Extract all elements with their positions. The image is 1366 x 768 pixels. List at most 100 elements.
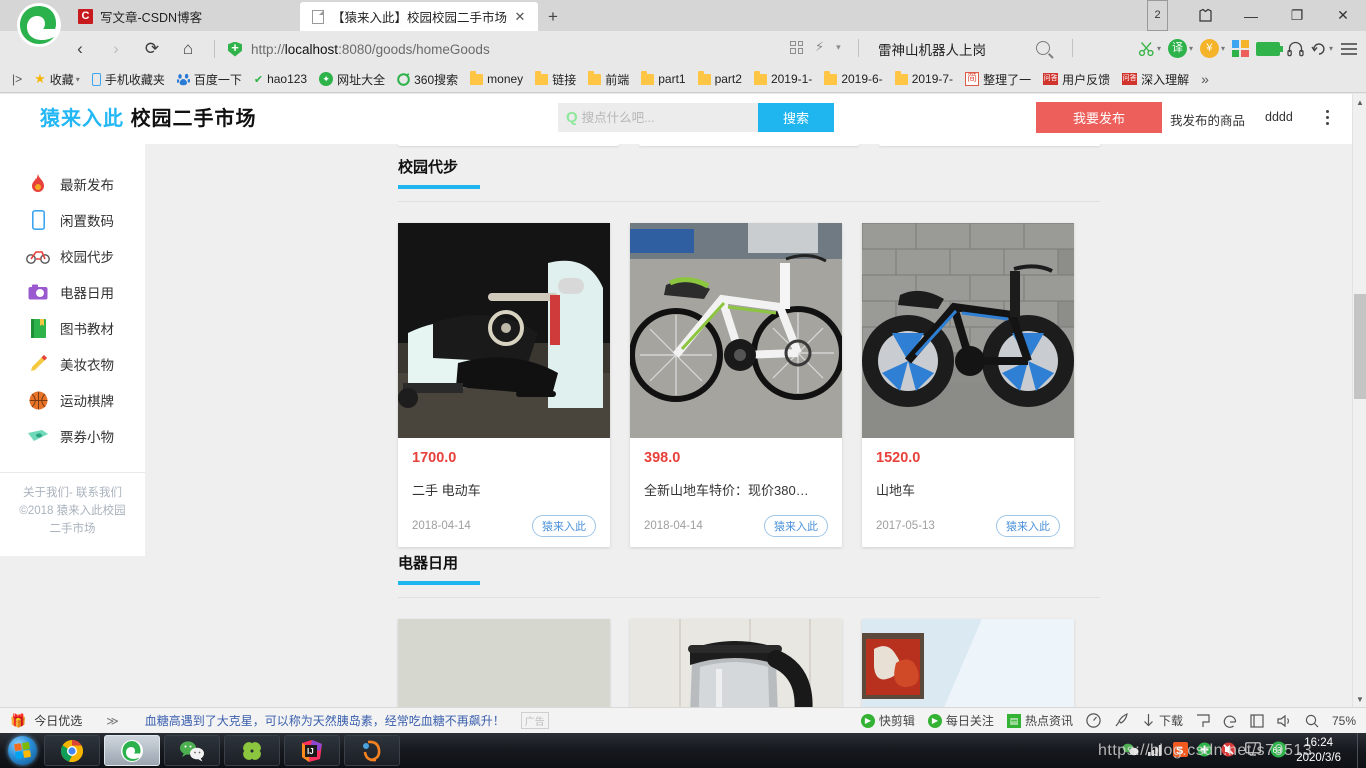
taskbar-app-intellij[interactable]: IJ bbox=[284, 735, 340, 766]
scissors-icon[interactable]: ▾ bbox=[1136, 34, 1163, 63]
bookmarks-expand-icon[interactable]: |> bbox=[6, 72, 28, 86]
quick-edit-button[interactable]: ▶ 快剪辑 bbox=[860, 712, 915, 729]
wallet-icon[interactable]: ¥ ▾ bbox=[1198, 34, 1227, 63]
bookmark-item[interactable]: 2019-1- bbox=[748, 66, 818, 92]
bookmark-item[interactable]: 前端 bbox=[582, 66, 635, 92]
product-card[interactable] bbox=[630, 619, 842, 707]
browser-tab-csdn[interactable]: C 写文章-CSDN博客 bbox=[68, 2, 283, 31]
chevron-down-icon[interactable]: ▾ bbox=[76, 75, 80, 84]
rocket-icon[interactable] bbox=[1114, 713, 1129, 728]
bookmark-item[interactable]: ✦ 网址大全 bbox=[313, 66, 391, 92]
product-image-white-bicycle[interactable] bbox=[630, 223, 842, 438]
back-button[interactable]: ‹ bbox=[62, 31, 98, 66]
home-button[interactable]: ⌂ bbox=[170, 31, 206, 66]
sidebar-item-latest[interactable]: 最新发布 bbox=[0, 166, 145, 202]
news-ticker[interactable]: 血糖高遇到了大克星，可以称为天然胰岛素，经常吃血糖不再飙升！ bbox=[145, 712, 505, 729]
publish-button[interactable]: 我要发布 bbox=[1036, 102, 1162, 133]
product-card[interactable]: meikuan bbox=[862, 619, 1074, 707]
search-icon[interactable] bbox=[1305, 714, 1319, 728]
show-desktop-button[interactable] bbox=[1357, 733, 1366, 768]
footer-links[interactable]: 关于我们- 联系我们 bbox=[14, 485, 131, 503]
bookmark-item[interactable]: 问答 深入理解 bbox=[1116, 66, 1195, 92]
seller-badge[interactable]: 猿来入此 bbox=[764, 515, 828, 537]
my-published-goods-link[interactable]: 我发布的商品 bbox=[1170, 110, 1245, 129]
browser-tab-active[interactable]: 【猿来入此】校园校园二手市场 ✕ bbox=[300, 2, 538, 31]
bookmark-item[interactable]: 2019-7- bbox=[889, 66, 959, 92]
product-card[interactable]: 1700.0 二手 电动车 2018-04-14 猿来入此 bbox=[398, 223, 610, 547]
tab-count-badge[interactable]: 2 bbox=[1147, 0, 1168, 31]
forward-button[interactable]: › bbox=[98, 31, 134, 66]
taskbar-app-navicat[interactable] bbox=[344, 735, 400, 766]
bookmark-item[interactable]: part2 bbox=[692, 66, 748, 92]
headphones-icon[interactable] bbox=[1285, 34, 1306, 63]
address-bar[interactable]: http://localhost:8080/goods/homeGoods bbox=[228, 36, 788, 62]
scroll-up-arrow-icon[interactable]: ▲ bbox=[1353, 94, 1366, 110]
bookmark-item[interactable]: 简整理了一 bbox=[959, 66, 1037, 92]
product-image-wall[interactable] bbox=[398, 619, 610, 707]
bookmark-item[interactable]: 手机收藏夹 bbox=[86, 66, 171, 92]
product-card[interactable]: 398.0 全新山地车特价：现价380… 2018-04-14 猿来入此 bbox=[630, 223, 842, 547]
close-window-button[interactable]: ✕ bbox=[1320, 0, 1366, 31]
zoom-level[interactable]: 75% bbox=[1332, 714, 1356, 728]
taskbar-app-ie[interactable] bbox=[104, 735, 160, 766]
bookmarks-overflow-button[interactable]: » bbox=[1195, 71, 1215, 87]
bookmark-item[interactable]: money bbox=[464, 66, 529, 92]
sidebar-item-sports[interactable]: 运动棋牌 bbox=[0, 382, 145, 418]
bookmark-item[interactable]: part1 bbox=[635, 66, 691, 92]
product-image-scooter[interactable] bbox=[398, 223, 610, 438]
product-card[interactable]: 1520.0 山地车 2017-05-13 猿来入此 bbox=[862, 223, 1074, 547]
search-input[interactable] bbox=[581, 110, 732, 125]
sidebar-item-tickets[interactable]: 票券小物 bbox=[0, 418, 145, 454]
search-button[interactable]: 搜索 bbox=[758, 103, 834, 132]
product-card[interactable] bbox=[398, 619, 610, 707]
sound-icon[interactable] bbox=[1277, 714, 1292, 728]
download-button[interactable]: 下载 bbox=[1142, 712, 1183, 729]
expand-icon[interactable]: ≫ bbox=[106, 714, 119, 728]
battery-icon[interactable] bbox=[1254, 34, 1283, 63]
bookmark-item[interactable]: 链接 bbox=[529, 66, 582, 92]
product-image-container[interactable]: meikuan bbox=[862, 619, 1074, 707]
start-button[interactable] bbox=[4, 735, 40, 766]
lightning-icon[interactable]: ⚡ bbox=[815, 39, 824, 55]
new-tab-button[interactable]: + bbox=[540, 4, 566, 29]
sidebar-item-transport[interactable]: 校园代步 bbox=[0, 238, 145, 274]
bookmark-item[interactable]: 百度一下 bbox=[171, 66, 248, 92]
more-menu-icon[interactable] bbox=[1320, 104, 1334, 130]
flag-icon[interactable] bbox=[1196, 713, 1210, 728]
site-logo[interactable]: 猿来入此 校园二手市场 bbox=[40, 102, 257, 131]
shirt-icon[interactable] bbox=[1182, 0, 1228, 31]
translate-icon[interactable]: 译 ▾ bbox=[1166, 34, 1195, 63]
user-name[interactable]: dddd bbox=[1265, 110, 1293, 124]
undo-icon[interactable]: ▾ bbox=[1309, 34, 1335, 63]
seller-badge[interactable]: 猿来入此 bbox=[996, 515, 1060, 537]
seller-badge[interactable]: 猿来入此 bbox=[532, 515, 596, 537]
window-icon[interactable] bbox=[1250, 713, 1264, 728]
speed-icon[interactable] bbox=[1086, 713, 1101, 728]
bookmark-item[interactable]: ★ 收藏 ▾ bbox=[28, 66, 86, 92]
apps-grid-icon[interactable] bbox=[1230, 34, 1251, 63]
reload-button[interactable]: ⟳ bbox=[134, 31, 170, 66]
bookmark-item[interactable]: 2019-6- bbox=[818, 66, 888, 92]
page-scrollbar[interactable]: ▲ ▼ bbox=[1352, 94, 1366, 707]
sidebar-item-beauty[interactable]: 美妆衣物 bbox=[0, 346, 145, 382]
taskbar-app-chrome[interactable] bbox=[44, 735, 100, 766]
omnibox-search-term[interactable]: 雷神山机器人上岗 bbox=[878, 39, 986, 59]
site-search-box[interactable]: Q bbox=[558, 103, 758, 132]
scroll-down-arrow-icon[interactable]: ▼ bbox=[1353, 691, 1366, 707]
daily-follow-button[interactable]: ▶ 每日关注 bbox=[927, 712, 994, 729]
search-icon[interactable] bbox=[1036, 41, 1050, 55]
product-image-kettle[interactable] bbox=[630, 619, 842, 707]
bookmark-item[interactable]: ✔ hao123 bbox=[248, 66, 313, 92]
taskbar-app-clover[interactable] bbox=[224, 735, 280, 766]
hot-news-button[interactable]: ▤ 热点资讯 bbox=[1006, 712, 1073, 729]
sidebar-item-books[interactable]: 图书教材 bbox=[0, 310, 145, 346]
qrcode-icon[interactable] bbox=[790, 40, 803, 54]
edge-icon[interactable] bbox=[1223, 714, 1237, 728]
menu-icon[interactable] bbox=[1338, 34, 1360, 63]
product-image-blue-bicycle[interactable] bbox=[862, 223, 1074, 438]
taskbar-app-wechat[interactable] bbox=[164, 735, 220, 766]
close-icon[interactable]: ✕ bbox=[512, 9, 528, 25]
scrollbar-thumb[interactable] bbox=[1354, 294, 1366, 399]
chevron-down-icon[interactable]: ▾ bbox=[836, 42, 841, 53]
minimize-button[interactable]: — bbox=[1228, 0, 1274, 31]
